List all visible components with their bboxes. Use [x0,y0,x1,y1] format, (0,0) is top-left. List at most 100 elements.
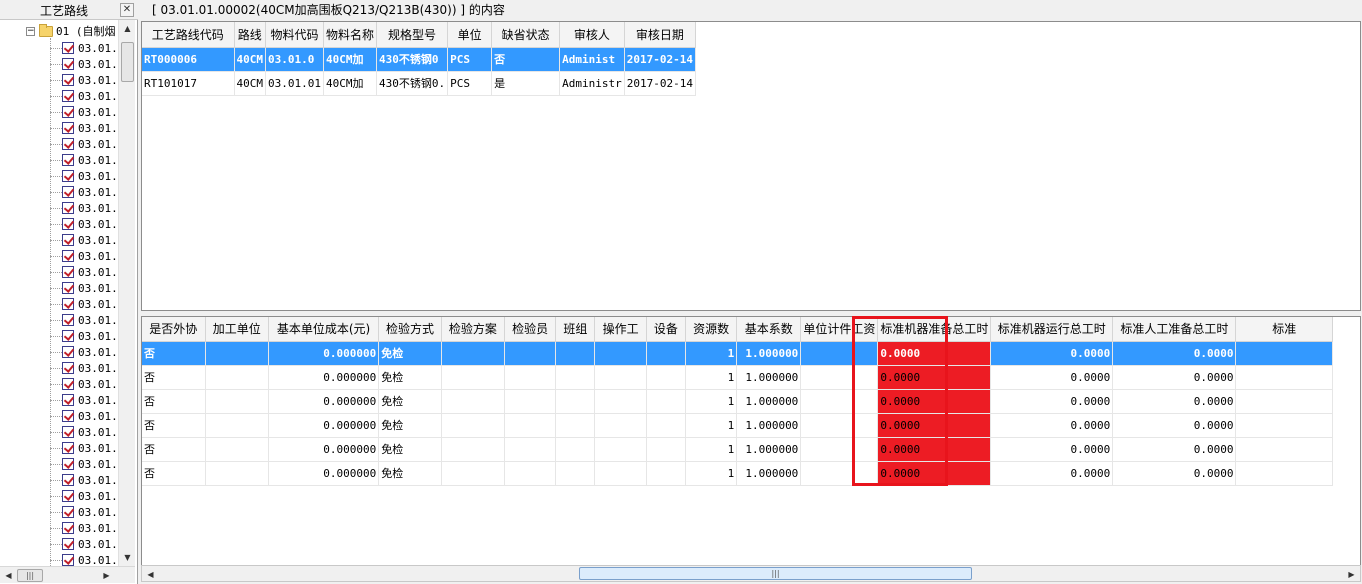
table-cell[interactable]: 免检 [378,365,442,390]
tree-item[interactable]: 03.01.0 [50,392,118,408]
checkbox-checked-icon[interactable] [62,58,74,70]
tree-item[interactable]: 03.01.0 [50,136,118,152]
tree-item[interactable]: 03.01.0 [50,104,118,120]
table-cell[interactable]: 03.01.01 [265,71,324,96]
tree-item[interactable]: 03.01.0 [50,456,118,472]
table-cell[interactable]: RT101017 [142,71,235,96]
table-cell[interactable]: 免检 [378,461,442,486]
table-cell[interactable]: 免检 [378,413,442,438]
close-icon[interactable]: ✕ [120,3,134,17]
table-cell[interactable] [504,389,557,414]
checkbox-checked-icon[interactable] [62,122,74,134]
checkbox-checked-icon[interactable] [62,202,74,214]
tree-item[interactable]: 03.01.0 [50,184,118,200]
tree-item[interactable]: 03.01.0 [50,152,118,168]
checkbox-checked-icon[interactable] [62,314,74,326]
table-row[interactable]: RT101017 40CM 03.01.01 40CM加 430不锈钢0. PCS 是 Adm… [142,71,696,96]
table-cell[interactable]: 0.0000 [877,389,992,414]
table-cell[interactable]: 0.0000 [990,389,1114,414]
routes-column-header[interactable]: 工艺路线代码 [142,22,235,48]
table-cell[interactable] [504,461,557,486]
table-cell[interactable]: 40CM加 [323,71,378,96]
steps-column-header[interactable]: 班组 [555,317,596,342]
table-cell[interactable]: 1.000000 [736,413,802,438]
tree-item[interactable]: 03.01.0 [50,264,118,280]
table-cell[interactable]: 否 [491,47,561,72]
table-cell[interactable]: 否 [142,437,206,462]
tree-item[interactable]: 03.01.0 [50,472,118,488]
tree-item[interactable]: 03.01.0 [50,232,118,248]
scroll-up-icon[interactable]: ▲ [119,20,136,37]
table-cell[interactable]: 430不锈钢0 [376,47,449,72]
table-cell[interactable] [594,365,647,390]
tree-item[interactable]: 03.01.0 [50,376,118,392]
table-cell[interactable]: 1.000000 [736,389,802,414]
tree-item[interactable]: 03.01.0 [50,504,118,520]
table-cell[interactable]: 1.000000 [736,365,802,390]
table-cell[interactable]: Administr [559,71,625,96]
table-cell[interactable] [646,365,686,390]
steps-column-header[interactable]: 是否外协 [142,317,206,342]
table-cell[interactable] [205,413,269,438]
checkbox-checked-icon[interactable] [62,442,74,454]
table-cell[interactable]: 1 [685,389,738,414]
routes-column-header[interactable]: 审核日期 [624,22,696,48]
table-cell[interactable] [441,413,506,438]
table-cell[interactable] [800,341,879,366]
table-row[interactable]: 否 0.000000 免检 1 1.000000 0.0000 0.0000 0.0000 [142,437,1360,462]
table-cell[interactable] [1235,413,1334,438]
steps-column-header[interactable]: 标准 [1235,317,1334,342]
table-cell[interactable]: 1 [685,365,738,390]
checkbox-checked-icon[interactable] [62,506,74,518]
table-cell[interactable] [441,365,506,390]
checkbox-checked-icon[interactable] [62,106,74,118]
scroll-down-icon[interactable]: ▼ [119,549,136,566]
table-cell[interactable]: 0.0000 [877,413,992,438]
steps-column-header[interactable]: 操作工 [594,317,647,342]
table-cell[interactable]: 2017-02-14 [624,71,696,96]
table-cell[interactable]: 0.0000 [877,437,992,462]
table-cell[interactable]: 40CM [234,47,266,72]
checkbox-checked-icon[interactable] [62,74,74,86]
table-row[interactable]: 否 0.000000 免检 1 1.000000 0.0000 0.0000 0.0000 [142,341,1360,366]
checkbox-checked-icon[interactable] [62,538,74,550]
table-cell[interactable] [504,365,557,390]
table-cell[interactable] [205,461,269,486]
table-cell[interactable]: 1 [685,461,738,486]
checkbox-checked-icon[interactable] [62,394,74,406]
table-row[interactable]: RT000006 40CM 03.01.0 40CM加 430不锈钢0 PCS 否 Admin… [142,47,696,72]
scroll-left-icon[interactable]: ◀ [0,567,17,584]
table-cell[interactable]: 0.0000 [990,365,1114,390]
table-cell[interactable] [1235,461,1334,486]
tree-item[interactable]: 03.01.0 [50,72,118,88]
table-cell[interactable]: 0.0000 [990,341,1114,366]
table-cell[interactable] [441,389,506,414]
table-cell[interactable] [594,413,647,438]
tree-item[interactable]: 03.01.0 [50,312,118,328]
table-cell[interactable]: 1 [685,341,738,366]
table-cell[interactable] [555,437,596,462]
steps-column-header[interactable]: 基本单位成本(元) [268,317,380,342]
table-cell[interactable] [594,461,647,486]
steps-column-header[interactable]: 检验方案 [441,317,506,342]
steps-column-header[interactable]: 检验员 [504,317,557,342]
tree-item[interactable]: 03.01.0 [50,216,118,232]
scroll-right-icon[interactable]: ▶ [98,567,115,584]
table-cell[interactable]: 0.000000 [268,461,380,486]
tree-item[interactable]: 03.01.0 [50,440,118,456]
table-cell[interactable] [646,437,686,462]
table-cell[interactable]: 否 [142,461,206,486]
tree-item[interactable]: 03.01.0 [50,56,118,72]
table-cell[interactable] [646,341,686,366]
steps-column-header[interactable]: 标准人工准备总工时 [1112,317,1237,342]
table-cell[interactable] [1235,341,1334,366]
table-cell[interactable] [800,389,879,414]
table-cell[interactable] [504,413,557,438]
checkbox-checked-icon[interactable] [62,298,74,310]
tree-horizontal-scrollbar[interactable]: ◀ ||| ▶ [0,566,135,583]
table-cell[interactable]: 免检 [378,389,442,414]
tree-item[interactable]: 03.01.0 [50,488,118,504]
table-cell[interactable]: 0.0000 [877,341,992,366]
table-cell[interactable]: 1 [685,437,738,462]
scroll-left-icon[interactable]: ◀ [142,566,159,583]
